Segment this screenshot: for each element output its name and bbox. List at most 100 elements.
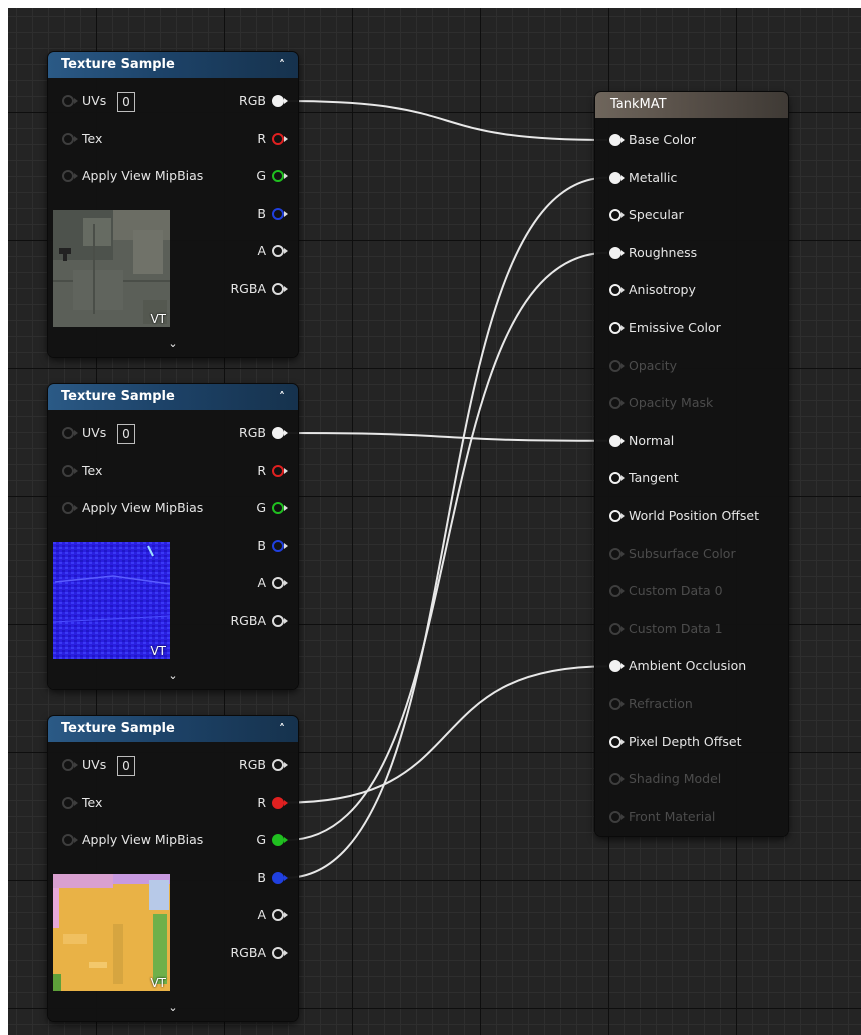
material-input-specular-pin-icon[interactable] xyxy=(609,209,625,222)
apply-view-mipbias-input-label: Apply View MipBias xyxy=(82,168,204,184)
texture-thumbnail[interactable]: VT xyxy=(53,874,170,991)
material-input-anisotropy-pin-icon[interactable] xyxy=(609,284,625,297)
material-graph-canvas[interactable]: Texture Sample ˄ UVs 0 Tex Apply View MipBi… xyxy=(8,8,861,1035)
material-input-pixel-depth-offset-pin-icon[interactable] xyxy=(609,735,625,748)
orm-texture-preview xyxy=(53,874,170,991)
metal-texture-preview xyxy=(53,210,170,327)
material-title: TankMAT xyxy=(610,97,667,112)
output-pin-rgba-icon[interactable] xyxy=(272,615,288,627)
output-pin-a-icon[interactable] xyxy=(272,577,288,590)
material-input-emissive-color-pin-icon[interactable] xyxy=(609,322,625,334)
tex-input-pin-icon[interactable] xyxy=(62,464,78,477)
texture-thumbnail[interactable]: VT xyxy=(53,210,170,327)
output-pin-g-icon[interactable] xyxy=(272,502,288,515)
output-label-g: G xyxy=(256,168,266,184)
material-input-world-position-offset-pin-icon[interactable] xyxy=(609,510,625,522)
collapse-arrow-icon[interactable]: ˄ xyxy=(274,716,290,742)
normal-map-preview xyxy=(53,542,170,659)
material-input-custom-data-0-label: Custom Data 0 xyxy=(629,583,723,599)
texture-sample-node-1[interactable]: Texture Sample ˄ UVs 0 Tex Apply View MipBi… xyxy=(48,52,298,357)
output-pin-r-icon[interactable] xyxy=(272,796,288,809)
output-pin-rgb-icon[interactable] xyxy=(272,427,288,439)
expand-arrow-icon[interactable]: ⌄ xyxy=(163,1001,183,1017)
output-pin-rgba-icon[interactable] xyxy=(272,947,288,959)
output-label-b: B xyxy=(257,205,266,221)
uvs-value-field[interactable]: 0 xyxy=(117,92,135,112)
output-pin-g-icon[interactable] xyxy=(272,834,288,847)
material-input-ambient-occlusion-pin-icon[interactable] xyxy=(609,660,625,673)
output-label-rgb: RGB xyxy=(239,93,266,108)
collapse-arrow-icon[interactable]: ˄ xyxy=(274,52,290,78)
apply-view-mipbias-input-label: Apply View MipBias xyxy=(82,832,204,848)
texture-thumbnail[interactable]: VT xyxy=(53,542,170,659)
output-pin-b-icon[interactable] xyxy=(272,871,288,884)
material-output-node[interactable]: TankMAT Base Color Metallic Specular Roughn… xyxy=(595,92,788,836)
apply-view-mipbias-input-pin-icon[interactable] xyxy=(62,502,78,515)
material-input-roughness-pin-icon[interactable] xyxy=(609,246,625,259)
material-input-shading-model-pin-icon[interactable] xyxy=(609,773,625,786)
output-pin-b-icon[interactable] xyxy=(272,539,288,552)
uvs-value-field[interactable]: 0 xyxy=(117,424,135,444)
uvs-input-pin-icon[interactable] xyxy=(62,427,78,439)
output-label-g: G xyxy=(256,832,266,848)
output-row-r: R xyxy=(208,793,288,813)
collapse-arrow-icon[interactable]: ˄ xyxy=(274,384,290,410)
wire-r-to-ambient-occlusion[interactable] xyxy=(285,665,608,804)
material-input-pixel-depth-offset-label: Pixel Depth Offset xyxy=(629,733,742,749)
output-pin-rgb-icon[interactable] xyxy=(272,95,288,107)
apply-view-mipbias-input-pin-icon[interactable] xyxy=(62,834,78,847)
tex-input-pin-icon[interactable] xyxy=(62,132,78,145)
output-row-g: G xyxy=(208,166,288,186)
material-input-emissive-color-label: Emissive Color xyxy=(629,320,721,335)
material-input-front-material-pin-icon[interactable] xyxy=(609,810,625,823)
material-input-opacity-mask-pin-icon[interactable] xyxy=(609,397,625,410)
output-label-g: G xyxy=(256,500,266,516)
material-input-normal-pin-icon[interactable] xyxy=(609,434,625,447)
material-input-ambient-occlusion-label: Ambient Occlusion xyxy=(629,658,747,674)
output-pin-a-icon[interactable] xyxy=(272,909,288,922)
wire-b-to-metallic[interactable] xyxy=(285,176,608,879)
wire-rgb-to-base-color[interactable] xyxy=(285,100,608,141)
material-input-base-color-label: Base Color xyxy=(629,132,697,147)
material-input-custom-data-1-pin-icon[interactable] xyxy=(609,622,625,635)
material-input-metallic-pin-icon[interactable] xyxy=(609,171,625,184)
node-title-bar[interactable]: Texture Sample ˄ xyxy=(48,716,298,742)
tex-input-pin-icon[interactable] xyxy=(62,796,78,809)
node-title-bar[interactable]: Texture Sample ˄ xyxy=(48,52,298,78)
expand-arrow-icon[interactable]: ⌄ xyxy=(163,337,183,353)
output-row-g: G xyxy=(208,498,288,518)
material-input-refraction-label: Refraction xyxy=(629,696,693,711)
material-input-subsurface-color-pin-icon[interactable] xyxy=(609,547,625,560)
output-pin-r-icon[interactable] xyxy=(272,132,288,145)
material-input-specular-label: Specular xyxy=(629,207,684,223)
output-label-rgba: RGBA xyxy=(230,281,267,296)
uvs-value-field[interactable]: 0 xyxy=(117,756,135,776)
output-pin-a-icon[interactable] xyxy=(272,245,288,258)
material-input-refraction-pin-icon[interactable] xyxy=(609,698,625,710)
uvs-input-pin-icon[interactable] xyxy=(62,95,78,107)
output-label-r: R xyxy=(257,130,266,146)
node-title-bar[interactable]: Texture Sample ˄ xyxy=(48,384,298,410)
tex-input-label: Tex xyxy=(82,130,103,146)
texture-sample-node-3[interactable]: Texture Sample ˄ UVs 0 Tex Apply View MipBi… xyxy=(48,716,298,1021)
material-input-custom-data-0-pin-icon[interactable] xyxy=(609,585,625,598)
output-pin-rgb-icon[interactable] xyxy=(272,759,288,771)
output-pin-r-icon[interactable] xyxy=(272,464,288,477)
output-pin-rgba-icon[interactable] xyxy=(272,283,288,295)
wire-rgb-to-normal[interactable] xyxy=(285,432,608,442)
material-input-opacity-mask-label: Opacity Mask xyxy=(629,395,714,411)
uvs-input-pin-icon[interactable] xyxy=(62,759,78,771)
material-input-tangent-pin-icon[interactable] xyxy=(609,472,625,485)
texture-sample-node-2[interactable]: Texture Sample ˄ UVs 0 Tex Apply View MipBi… xyxy=(48,384,298,689)
output-pin-b-icon[interactable] xyxy=(272,207,288,220)
apply-view-mipbias-input-pin-icon[interactable] xyxy=(62,170,78,183)
output-pin-g-icon[interactable] xyxy=(272,170,288,183)
node-title-bar[interactable]: TankMAT xyxy=(595,92,788,118)
material-input-opacity-pin-icon[interactable] xyxy=(609,359,625,372)
material-input-world-position-offset-label: World Position Offset xyxy=(629,508,759,523)
output-label-a: A xyxy=(257,243,266,259)
material-input-front-material-label: Front Material xyxy=(629,808,716,824)
wire-g-to-roughness[interactable] xyxy=(285,251,608,842)
expand-arrow-icon[interactable]: ⌄ xyxy=(163,669,183,685)
material-input-base-color-pin-icon[interactable] xyxy=(609,134,625,146)
